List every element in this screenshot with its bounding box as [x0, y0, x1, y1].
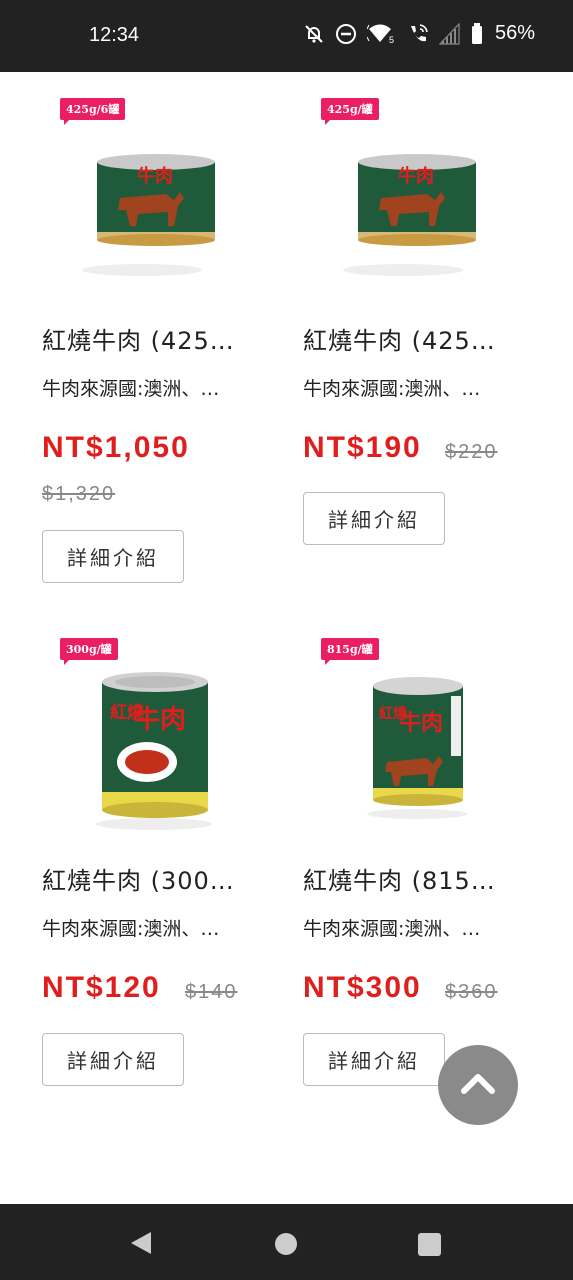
can-label: 牛肉 — [399, 710, 443, 736]
weight-tag: 815g/罐 — [321, 638, 379, 665]
scroll-to-top-button[interactable] — [438, 1045, 518, 1125]
product-subtitle: 牛肉來源國:澳洲、… — [303, 378, 481, 400]
product-old-price: $140 — [185, 981, 238, 1003]
product-price: NT$1,050 — [42, 431, 190, 464]
detail-button[interactable]: 詳細介紹 — [42, 530, 184, 583]
product-old-price: $1,320 — [42, 483, 116, 505]
weight-tag: 300g/罐 — [60, 638, 118, 665]
product-title[interactable]: 紅燒牛肉 (425… — [42, 321, 235, 356]
detail-button[interactable]: 詳細介紹 — [303, 492, 445, 545]
detail-button[interactable]: 詳細介紹 — [303, 1033, 445, 1086]
product-subtitle: 牛肉來源國:澳洲、… — [42, 378, 220, 400]
product-subtitle: 牛肉來源國:澳洲、… — [42, 918, 220, 940]
product-price: NT$190 — [303, 431, 422, 464]
status-icons: 5 56% — [303, 21, 535, 45]
product-subtitle: 牛肉來源國:澳洲、… — [303, 918, 481, 940]
battery-percent: 56% — [494, 22, 535, 44]
detail-button[interactable]: 詳細介紹 — [42, 1033, 184, 1086]
product-title[interactable]: 紅燒牛肉 (425… — [303, 321, 496, 356]
signal-icon — [438, 21, 461, 45]
can-label: 牛肉 — [398, 165, 434, 187]
product-old-price: $220 — [445, 441, 498, 463]
battery-icon — [471, 22, 483, 45]
navigation-bar — [0, 1204, 573, 1280]
do-not-disturb-icon — [335, 23, 357, 45]
status-bar: 12:34 5 56% — [0, 0, 573, 72]
recent-apps-icon[interactable] — [418, 1233, 441, 1256]
home-icon[interactable] — [275, 1233, 297, 1255]
notifications-off-icon — [303, 23, 325, 45]
weight-tag: 425g/6罐 — [60, 98, 126, 125]
can-label: 牛肉 — [137, 165, 173, 187]
product-title[interactable]: 紅燒牛肉 (300… — [42, 861, 235, 896]
product-image[interactable]: 牛肉 425g/6罐 — [42, 92, 302, 302]
product-title[interactable]: 紅燒牛肉 (815… — [303, 861, 496, 896]
product-price: NT$300 — [303, 971, 422, 1004]
product-price: NT$120 — [42, 971, 161, 1004]
wifi-calling-icon — [407, 23, 429, 45]
wifi-icon: 5 — [366, 23, 397, 45]
chevron-up-icon — [460, 1071, 496, 1099]
product-image[interactable]: 紅燒 牛肉 815g/罐 — [303, 632, 563, 842]
product-image[interactable]: 牛肉 425g/罐 — [303, 92, 563, 302]
status-time: 12:34 — [89, 24, 140, 46]
can-label: 牛肉 — [134, 705, 186, 735]
product-image[interactable]: 紅燒 牛肉 300g/罐 — [42, 632, 302, 842]
weight-tag: 425g/罐 — [321, 98, 379, 125]
svg-text:5: 5 — [389, 35, 394, 45]
product-old-price: $360 — [445, 981, 498, 1003]
back-icon[interactable] — [131, 1232, 151, 1254]
